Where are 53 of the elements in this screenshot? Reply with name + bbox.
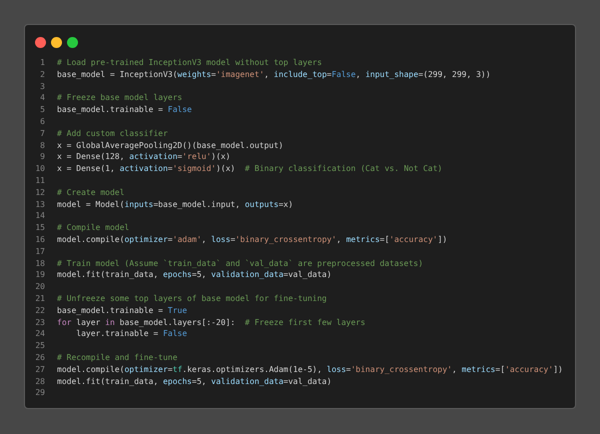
code-line: for layer in base_model.layers[:-20]: # Freeze first few layers xyxy=(57,316,366,328)
line-number: 11 xyxy=(34,174,45,187)
line-number: 3 xyxy=(39,80,45,92)
code-line: x = GlobalAveragePooling2D()(base_model.output) xyxy=(57,140,284,152)
code-line: # Load pre-trained InceptionV3 model without top layers xyxy=(57,57,322,69)
line-number: 12 xyxy=(34,186,45,199)
code-line: model.fit(train_data, epochs=5, validation_data=val_data) xyxy=(57,269,332,282)
code-line: model.compile(optimizer=tf.keras.optimizers.Adam(1e-5), loss='binary_crossentropy', metrics=['accuracy']) xyxy=(57,364,563,376)
line-number: 6 xyxy=(39,116,45,128)
line-number: 22 xyxy=(34,304,45,317)
line-number: 16 xyxy=(34,234,45,246)
code-line: # Compile model xyxy=(57,222,130,234)
line-number: 4 xyxy=(39,92,45,104)
code-line: base_model.trainable = True xyxy=(57,304,188,317)
code-line: # Recompile and fine-tune xyxy=(57,352,178,364)
code-line: layer.trainable = False xyxy=(75,328,188,340)
line-number: 15 xyxy=(34,222,45,234)
line-number: 28 xyxy=(34,376,45,388)
line-number: 1 xyxy=(39,57,45,69)
line-number: 20 xyxy=(34,281,45,293)
line-number: 21 xyxy=(34,292,45,305)
line-number: 5 xyxy=(39,104,45,116)
line-number: 14 xyxy=(34,210,45,222)
code-line: # Freeze base model layers xyxy=(57,92,182,104)
line-number: 10 xyxy=(34,163,45,175)
code-line: model = Model(inputs=base_model.input, outputs=x) xyxy=(57,198,294,210)
line-number: 27 xyxy=(34,364,45,376)
line-number: 23 xyxy=(34,316,45,328)
line-number: 24 xyxy=(34,328,45,340)
line-number: 2 xyxy=(39,68,45,81)
code-line: model.compile(optimizer='adam', loss='binary_crossentropy', metrics=['accuracy']) xyxy=(57,234,448,246)
code-line: base_model = InceptionV3(weights='imagenet', include_top=False, input_shape=(299, 299, 3)) xyxy=(57,68,491,81)
code-line: x = Dense(128, activation='relu')(x) xyxy=(57,151,230,164)
code-line: base_model.trainable = False xyxy=(57,104,192,116)
line-number: 7 xyxy=(39,128,45,140)
line-number: 19 xyxy=(34,269,45,282)
line-number: 17 xyxy=(34,246,45,258)
code-line: x = Dense(1, activation='sigmoid')(x) # Binary classification (Cat vs. Not Cat) xyxy=(57,163,442,175)
code-line: # Add custom classifier xyxy=(57,128,168,140)
line-number: 13 xyxy=(34,198,45,210)
line-number: 8 xyxy=(39,140,45,152)
code-line: # Unfreeze some top layers of base model for fine-tuning xyxy=(57,292,327,305)
line-number: 18 xyxy=(34,258,45,270)
line-number: 9 xyxy=(39,151,45,164)
line-number: 26 xyxy=(34,352,45,364)
window-control-dot[interactable] xyxy=(67,37,78,48)
code-line: model.fit(train_data, epochs=5, validation_data=val_data) xyxy=(57,376,332,388)
line-number: 29 xyxy=(34,387,45,400)
window-control-dot[interactable] xyxy=(51,37,62,48)
window-control-dot[interactable] xyxy=(35,37,46,48)
code-line: # Train model (Assume `train_data` and `val_data` are preprocessed datasets) xyxy=(57,258,424,270)
line-number: 25 xyxy=(34,340,45,352)
code-line: # Create model xyxy=(57,186,124,199)
